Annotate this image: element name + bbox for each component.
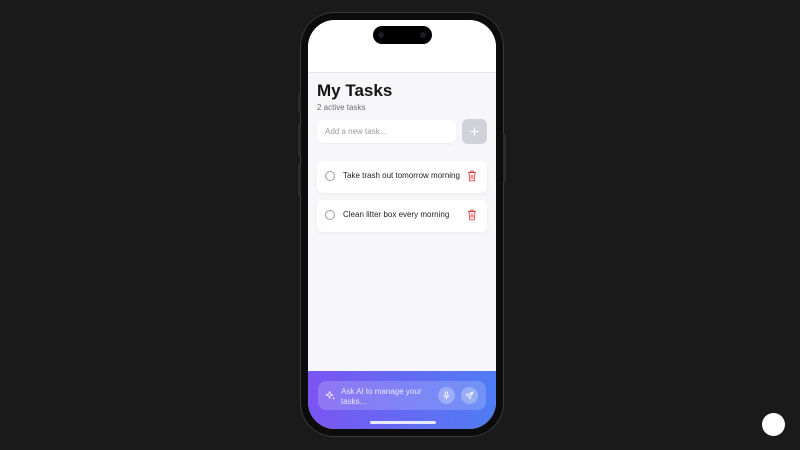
task-item[interactable]: Clean litter box every morning: [317, 200, 487, 232]
volume-up-button: [298, 124, 301, 156]
ai-input-field[interactable]: Ask AI to manage your tasks...: [318, 381, 486, 410]
page-title: My Tasks: [317, 81, 393, 100]
active-task-count: 2 active tasks: [317, 103, 366, 112]
phone-frame: My Tasks 2 active tasks Take trash out t…: [298, 12, 506, 437]
plus-icon: [470, 127, 479, 136]
silent-switch: [298, 94, 301, 112]
task-text: Take trash out tomorrow morning: [343, 171, 460, 180]
task-item[interactable]: Take trash out tomorrow morning: [317, 161, 487, 193]
sensor-icon: [378, 32, 384, 38]
task-checkbox[interactable]: [325, 210, 335, 220]
send-icon: [465, 391, 474, 400]
status-bar: [308, 20, 496, 73]
trash-icon[interactable]: [467, 170, 477, 182]
ai-input-placeholder: Ask AI to manage your tasks...: [341, 387, 422, 406]
sparkle-icon: [325, 391, 336, 400]
voice-input-button[interactable]: [438, 387, 455, 404]
home-indicator[interactable]: [370, 421, 436, 424]
send-button[interactable]: [461, 387, 478, 404]
task-checkbox[interactable]: [325, 171, 335, 181]
dynamic-island: [373, 26, 432, 44]
new-task-input[interactable]: [317, 120, 456, 143]
power-button: [503, 134, 506, 182]
trash-icon[interactable]: [467, 209, 477, 221]
camera-icon: [420, 32, 426, 38]
app-screen: My Tasks 2 active tasks Take trash out t…: [308, 20, 496, 429]
task-text: Clean litter box every morning: [343, 210, 450, 219]
ai-assistant-bar: Ask AI to manage your tasks...: [308, 371, 496, 429]
add-task-button[interactable]: [462, 119, 487, 144]
volume-down-button: [298, 164, 301, 196]
floating-action-button[interactable]: [762, 413, 785, 436]
microphone-icon: [443, 391, 450, 400]
